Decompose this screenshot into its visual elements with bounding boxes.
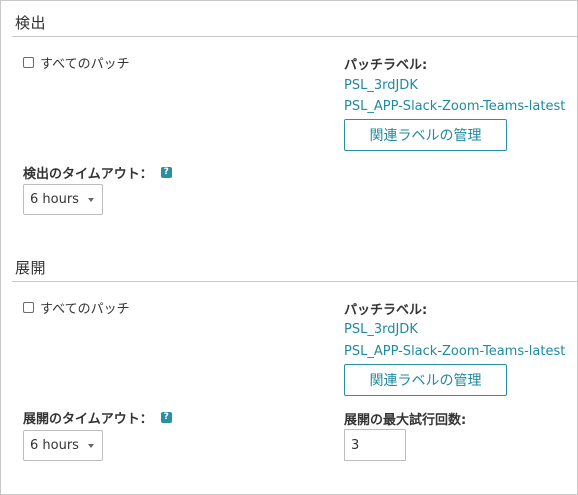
section-title-deployment: 展開 <box>15 259 47 277</box>
help-icon[interactable]: ? <box>160 412 172 423</box>
detection-all-patches-label: すべてのパッチ <box>40 57 130 72</box>
deployment-timeout-label: 展開のタイムアウト： ? <box>23 408 172 427</box>
detection-patch-label-link[interactable]: PSL_3rdJDK <box>344 78 418 93</box>
detection-all-patches-checkbox-row[interactable]: すべてのパッチ <box>23 53 130 72</box>
detection-patch-labels-heading: パッチラベル: <box>344 58 428 73</box>
deployment-all-patches-checkbox-row[interactable]: すべてのパッチ <box>23 298 130 317</box>
deployment-timeout-select[interactable]: 6 hours <box>23 430 103 461</box>
deployment-max-attempts-input[interactable] <box>344 429 406 461</box>
deployment-timeout-label-text: 展開のタイムアウト： <box>23 412 153 427</box>
settings-panel: 検出 すべてのパッチ パッチラベル: PSL_3rdJDK PSL_APP-Sl… <box>0 0 578 495</box>
help-icon[interactable]: ? <box>160 167 172 178</box>
deployment-patch-label-link[interactable]: PSL_3rdJDK <box>344 322 418 337</box>
deployment-all-patches-checkbox[interactable] <box>23 302 34 313</box>
detection-timeout-label: 検出のタイムアウト： ? <box>23 163 172 182</box>
deployment-timeout-value: 6 hours <box>30 438 79 453</box>
deployment-patch-label-link[interactable]: PSL_APP-Slack-Zoom-Teams-latest <box>344 344 565 359</box>
detection-manage-labels-button[interactable]: 関連ラベルの管理 <box>344 119 507 151</box>
deployment-max-attempts-label: 展開の最大試行回数: <box>344 413 467 428</box>
section-divider <box>12 281 577 282</box>
chevron-down-icon <box>88 198 94 202</box>
deployment-patch-labels-heading: パッチラベル: <box>344 303 428 318</box>
detection-all-patches-checkbox[interactable] <box>23 57 34 68</box>
detection-timeout-label-text: 検出のタイムアウト： <box>23 167 153 182</box>
section-title-detection: 検出 <box>15 14 47 32</box>
section-divider <box>12 36 577 37</box>
detection-patch-label-link[interactable]: PSL_APP-Slack-Zoom-Teams-latest <box>344 99 565 114</box>
deployment-manage-labels-button[interactable]: 関連ラベルの管理 <box>344 364 507 396</box>
detection-timeout-value: 6 hours <box>30 192 79 207</box>
detection-timeout-select[interactable]: 6 hours <box>23 184 103 215</box>
deployment-all-patches-label: すべてのパッチ <box>40 302 130 317</box>
chevron-down-icon <box>88 444 94 448</box>
